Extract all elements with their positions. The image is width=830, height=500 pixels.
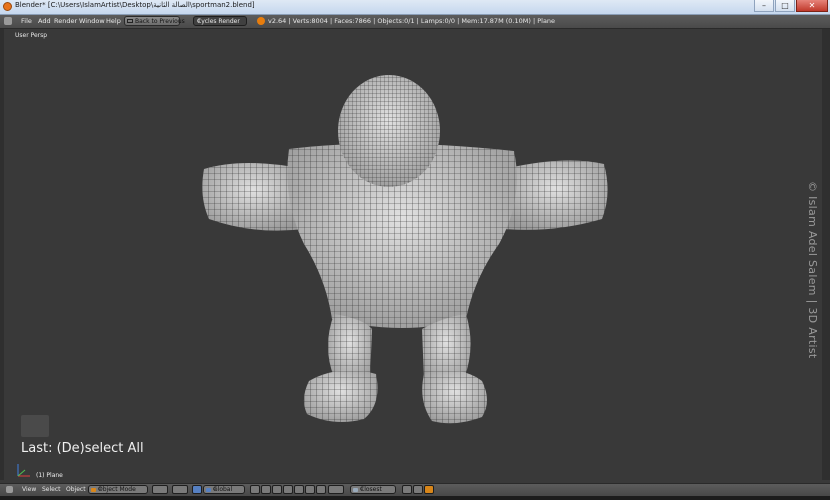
layer-button-3[interactable] — [272, 485, 282, 494]
3d-viewport[interactable]: User Persp © Islam Adel Salem | 3D Artis… — [4, 29, 822, 480]
close-button[interactable]: ✕ — [796, 0, 828, 12]
opengl-animation-button[interactable] — [413, 485, 423, 494]
menu-select[interactable]: Select — [42, 486, 61, 493]
menu-object[interactable]: Object — [66, 486, 86, 493]
render-engine-select[interactable]: Cycles Render ⇕ — [193, 16, 247, 26]
mode-select[interactable]: Object Mode ⇕ — [88, 485, 148, 494]
opengl-render-button[interactable] — [402, 485, 412, 494]
window-title: Blender* [C:\Users\IslamArtist\Desktop\ا… — [15, 1, 255, 9]
layer-button-2[interactable] — [261, 485, 271, 494]
render-still-icon[interactable] — [424, 485, 434, 494]
updown-arrow-icon: ⇕ — [360, 486, 365, 492]
minimize-button[interactable]: – — [754, 0, 774, 12]
right-region-border — [822, 29, 830, 480]
object-mode-icon — [91, 488, 96, 492]
watermark-text: © Islam Adel Salem | 3D Artist — [806, 181, 819, 359]
layer-button-4[interactable] — [283, 485, 293, 494]
editor-type-icon[interactable] — [6, 486, 13, 493]
lock-layers-toggle[interactable] — [316, 485, 326, 494]
maximize-button[interactable]: □ — [775, 0, 795, 12]
viewport-shading-select[interactable] — [152, 485, 168, 494]
screen-icon — [127, 19, 133, 23]
editor-type-icon[interactable] — [4, 17, 12, 25]
updown-arrow-icon: ⇕ — [197, 18, 202, 24]
axes-gizmo-icon — [17, 464, 30, 477]
layer-button-6[interactable] — [305, 485, 315, 494]
menu-file[interactable]: File — [21, 17, 32, 25]
snap-target-select[interactable]: Closest ⇕ — [350, 485, 396, 494]
window-controls: – □ ✕ — [754, 0, 828, 13]
artist-watermark: © Islam Adel Salem | 3D Artist — [806, 181, 822, 359]
last-operator: Last: (De)select All — [21, 441, 144, 456]
layer-button-5[interactable] — [294, 485, 304, 494]
orientation-icon — [206, 488, 211, 492]
menu-add[interactable]: Add — [38, 17, 51, 25]
3d-view-header: View Select Object Object Mode ⇕ Global … — [0, 483, 830, 496]
active-object-info: (1) Plane — [36, 472, 63, 479]
mesh-body — [202, 75, 608, 424]
updown-arrow-icon: ⇕ — [213, 486, 218, 492]
transform-orientation-select[interactable]: Global ⇕ — [203, 485, 245, 494]
snap-toggle[interactable] — [328, 485, 344, 494]
snap-target-icon — [353, 488, 358, 492]
window-title-bar: Blender* [C:\Users\IslamArtist\Desktop\ا… — [0, 0, 830, 15]
pivot-point-select[interactable] — [172, 485, 188, 494]
menu-window[interactable]: Window — [79, 17, 105, 25]
blender-app-icon — [3, 2, 12, 11]
back-to-previous-label: Back to Previous — [135, 18, 185, 25]
layer-button-1[interactable] — [250, 485, 260, 494]
blender-window: Blender* [C:\Users\IslamArtist\Desktop\ا… — [0, 0, 830, 500]
updown-arrow-icon: ⇕ — [98, 486, 103, 492]
menu-render[interactable]: Render — [54, 17, 77, 25]
blender-logo-icon — [257, 17, 265, 25]
toolshelf-toggle[interactable] — [21, 415, 49, 437]
menu-view[interactable]: View — [22, 486, 36, 493]
menu-help[interactable]: Help — [106, 17, 121, 25]
window-bottom-edge — [0, 496, 830, 500]
character-mesh[interactable] — [4, 29, 822, 480]
info-header: File Add Render Window Help Back to Prev… — [0, 15, 830, 29]
manipulator-toggle[interactable] — [192, 485, 202, 494]
back-to-previous-button[interactable]: Back to Previous — [124, 16, 185, 26]
scene-stats: v2.64 | Verts:8004 | Faces:7866 | Object… — [268, 17, 556, 25]
